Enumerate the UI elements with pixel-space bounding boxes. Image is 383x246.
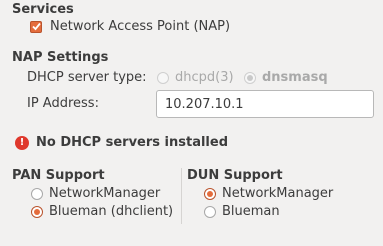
ip-address-input[interactable]: 10.207.10.1 — [156, 90, 374, 118]
services-heading: Services — [12, 2, 74, 17]
ip-address-value: 10.207.10.1 — [165, 96, 244, 112]
dhcp-radio-dnsmasq[interactable] — [244, 71, 256, 84]
error-icon: ! — [15, 135, 29, 150]
dhcp-option-dhcpd[interactable]: dhcpd(3) — [157, 70, 234, 85]
pan-option-blueman-label: Blueman (dhclient) — [49, 204, 174, 219]
nap-settings-heading: NAP Settings — [12, 50, 109, 65]
dun-option-blueman-label: Blueman — [222, 204, 280, 219]
dhcp-server-type-label: DHCP server type: — [27, 70, 147, 85]
nap-checkbox[interactable] — [30, 20, 42, 33]
pan-option-networkmanager[interactable]: NetworkManager — [31, 186, 160, 201]
dun-option-networkmanager[interactable]: NetworkManager — [204, 186, 333, 201]
dhcp-radio-dhcpd[interactable] — [157, 71, 169, 84]
column-divider — [181, 168, 182, 224]
dhcp-option-dnsmasq[interactable]: dnsmasq — [244, 70, 328, 85]
dun-option-networkmanager-label: NetworkManager — [222, 186, 334, 201]
nap-checkbox-row[interactable]: Network Access Point (NAP) — [30, 19, 230, 34]
error-text: No DHCP servers installed — [36, 135, 229, 150]
nap-checkbox-label: Network Access Point (NAP) — [50, 19, 231, 34]
pan-option-blueman[interactable]: Blueman (dhclient) — [31, 204, 173, 219]
pan-radio-networkmanager[interactable] — [31, 187, 43, 200]
dun-radio-blueman[interactable] — [204, 205, 216, 218]
pan-support-heading: PAN Support — [12, 168, 105, 183]
dun-radio-networkmanager[interactable] — [204, 187, 216, 200]
dhcp-option-dnsmasq-label: dnsmasq — [262, 70, 328, 85]
checkmark-icon — [31, 22, 41, 31]
dhcp-option-dhcpd-label: dhcpd(3) — [175, 70, 234, 85]
dun-support-heading: DUN Support — [187, 168, 283, 183]
pan-radio-blueman[interactable] — [31, 205, 43, 218]
dhcp-error-message: ! No DHCP servers installed — [15, 135, 228, 150]
pan-option-networkmanager-label: NetworkManager — [49, 186, 161, 201]
dun-option-blueman[interactable]: Blueman — [204, 204, 280, 219]
ip-address-label: IP Address: — [27, 96, 99, 111]
